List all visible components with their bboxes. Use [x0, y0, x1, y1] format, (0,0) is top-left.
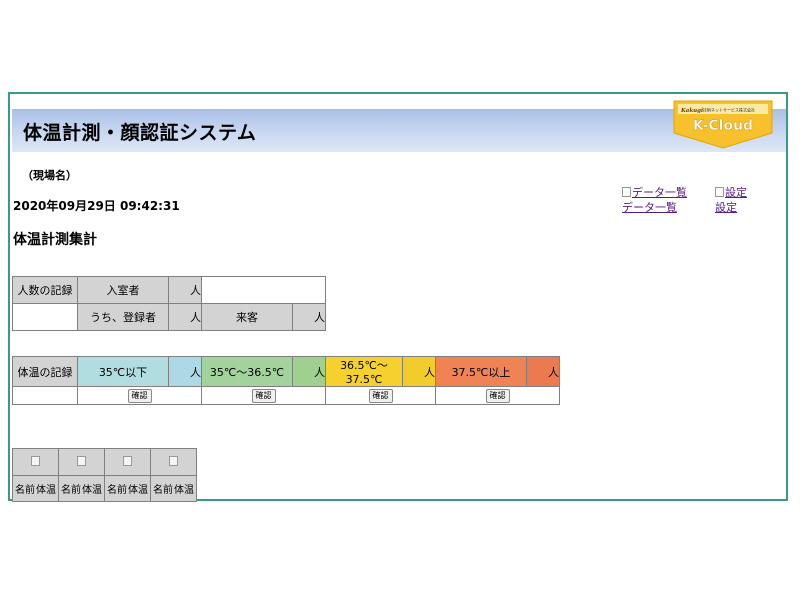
settings-link[interactable]: 設定 設定	[715, 185, 747, 215]
range-unit-below-35: 人	[168, 356, 202, 387]
person-label-cell: 名前体温	[104, 475, 151, 502]
settings-label: 設定	[715, 201, 737, 214]
logo-badge: Kakugi	[680, 108, 703, 114]
visitors-label: 来客	[201, 303, 293, 331]
temperature-header: 体温の記録	[12, 356, 78, 387]
site-name: （現場名）	[22, 169, 77, 182]
range-label-above-375: 37.5℃以上	[435, 356, 527, 387]
person-label-cell: 名前体温	[150, 475, 197, 502]
count-blank-cell	[12, 303, 78, 331]
people-count-table: 人数の記録 入室者 人 うち、登録者 人 来客 人	[12, 276, 326, 331]
current-datetime: 2020年09月29日 09:42:31	[13, 199, 180, 213]
range-unit-365-375: 人	[402, 356, 436, 387]
registered-unit: 人	[168, 303, 202, 331]
range-unit-35-365: 人	[292, 356, 326, 387]
page-title: 体温計測・顔認証システム	[23, 122, 257, 144]
person-photo-cell	[150, 448, 197, 476]
entered-unit: 人	[168, 276, 202, 304]
k-cloud-logo: Kakugi 技術ネットサービス株式会社 K-Cloud	[673, 100, 773, 149]
person-name-label: 名前	[15, 485, 35, 496]
confirm-cell-above-375: 確認	[435, 386, 560, 405]
logo-brand: K-Cloud	[693, 118, 753, 134]
confirm-button-above-375[interactable]: 確認	[485, 389, 510, 403]
confirm-button-below-35[interactable]: 確認	[127, 389, 152, 403]
visitors-unit: 人	[292, 303, 326, 331]
person-label-cell: 名前体温	[12, 475, 59, 502]
data-list-label: データ一覧	[622, 201, 677, 214]
settings-image-icon	[715, 187, 724, 197]
range-label-365-375: 36.5℃～37.5℃	[325, 356, 403, 387]
person-label-cell: 名前体温	[58, 475, 105, 502]
section-title: 体温計測集計	[13, 232, 97, 248]
range-unit-above-375: 人	[526, 356, 560, 387]
person-temp-label: 体温	[174, 485, 194, 496]
settings-image-alt: 設定	[725, 186, 747, 199]
logo-company: 技術ネットサービス株式会社	[703, 107, 755, 113]
confirm-cell-35-365: 確認	[201, 386, 326, 405]
person-photo-icon	[77, 455, 86, 466]
header-bar: 体温計測・顔認証システム	[12, 109, 786, 152]
app-frame: 体温計測・顔認証システム Kakugi 技術ネットサービス株式会社 K-Clou…	[8, 92, 788, 502]
data-list-image-icon	[622, 187, 631, 197]
data-list-link[interactable]: データ一覧 データ一覧	[622, 185, 687, 215]
person-name-label: 名前	[61, 485, 81, 496]
person-name-label: 名前	[107, 485, 127, 496]
confirm-button-365-375[interactable]: 確認	[368, 389, 393, 403]
person-photo-cell	[104, 448, 151, 476]
temperature-table: 体温の記録 35℃以下 人 35℃～36.5℃ 人 36.5℃～37.5℃ 人 …	[12, 356, 560, 405]
person-photo-icon	[123, 455, 132, 466]
range-label-35-365: 35℃～36.5℃	[201, 356, 293, 387]
person-photo-icon	[169, 455, 178, 466]
person-photo-cell	[58, 448, 105, 476]
person-temp-label: 体温	[36, 485, 56, 496]
data-list-image-alt: データ一覧	[632, 186, 687, 199]
person-photo-cell	[12, 448, 59, 476]
person-temp-label: 体温	[128, 485, 148, 496]
range-label-below-35: 35℃以下	[77, 356, 169, 387]
confirm-cell-below-35: 確認	[77, 386, 202, 405]
person-photo-icon	[31, 455, 40, 466]
person-name-label: 名前	[153, 485, 173, 496]
person-temp-label: 体温	[82, 485, 102, 496]
person-table: 名前体温 名前体温 名前体温 名前体温	[12, 448, 197, 502]
confirm-button-35-365[interactable]: 確認	[251, 389, 276, 403]
registered-label: うち、登録者	[77, 303, 169, 331]
entered-count	[201, 276, 326, 304]
entered-label: 入室者	[77, 276, 169, 304]
people-count-header: 人数の記録	[12, 276, 78, 304]
temp-blank-cell	[12, 386, 78, 405]
confirm-cell-365-375: 確認	[325, 386, 436, 405]
